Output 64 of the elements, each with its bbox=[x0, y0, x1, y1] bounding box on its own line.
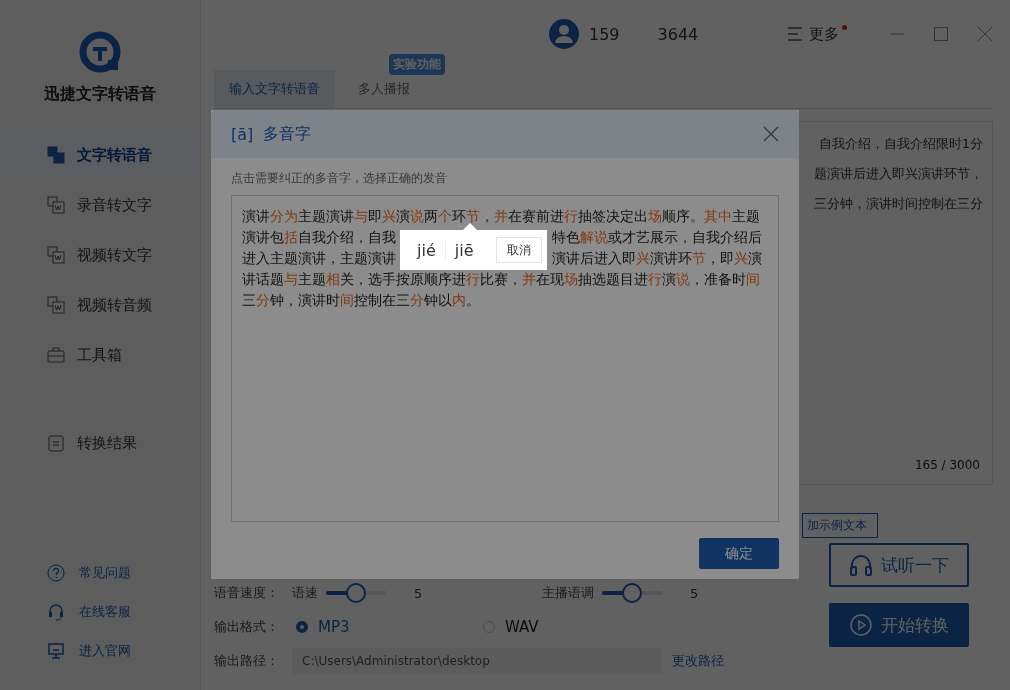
editor-text-line: 自我介绍，自我介绍限时1分 bbox=[818, 135, 983, 153]
radio-label: WAV bbox=[505, 618, 539, 636]
passage-text: 演讲后进入即兴演讲环节，即兴演 bbox=[552, 249, 762, 268]
preview-button[interactable]: 试听一下 bbox=[829, 543, 969, 587]
nav-item[interactable]: 录音转文字 bbox=[0, 180, 200, 230]
headphones-icon bbox=[849, 554, 873, 576]
sidebar-link[interactable]: 进入官网 bbox=[0, 631, 200, 670]
clipboard-icon bbox=[47, 434, 65, 452]
account-number: 3644 bbox=[657, 24, 699, 44]
setting-label: 语音速度： bbox=[214, 584, 280, 602]
nav-item[interactable]: 转换结果 bbox=[0, 418, 200, 468]
pinyin-mark: [ā] bbox=[231, 124, 254, 144]
play-circle-icon bbox=[849, 613, 873, 637]
nav-item[interactable]: 视频转音频 bbox=[0, 280, 200, 330]
character-counter: 165 / 3000 bbox=[914, 458, 980, 472]
output-path-field[interactable]: C:\Users\Administrator\desktop bbox=[292, 648, 662, 674]
close-icon[interactable] bbox=[977, 26, 993, 42]
translate-icon bbox=[47, 146, 65, 164]
account-number: 159 bbox=[589, 24, 620, 44]
editor-text-line: 题演讲后进入即兴演讲环节， bbox=[814, 165, 983, 183]
sidebar-link[interactable]: 常见问题 bbox=[0, 553, 200, 592]
help-icon bbox=[47, 563, 65, 582]
close-icon[interactable] bbox=[763, 126, 779, 142]
confirm-button[interactable]: 确定 bbox=[699, 538, 779, 569]
tab[interactable]: 输入文字转语音 bbox=[214, 70, 335, 108]
nav-item[interactable]: 视频转文字 bbox=[0, 230, 200, 280]
change-path-link[interactable]: 更改路径 bbox=[672, 652, 724, 670]
avatar-icon[interactable] bbox=[549, 19, 579, 49]
dialog-title: 多音字 bbox=[263, 123, 312, 145]
editor-text-line: 三分钟，演讲时间控制在三分 bbox=[814, 195, 983, 213]
pinyin-option[interactable]: jiē bbox=[444, 240, 483, 260]
passage-text: 特色解说或才艺展示，自我介绍后 bbox=[552, 228, 762, 247]
start-convert-button[interactable]: 开始转换 bbox=[829, 603, 969, 647]
radio-label: MP3 bbox=[318, 618, 350, 636]
pinyin-option[interactable]: jié bbox=[408, 240, 445, 260]
cancel-button[interactable]: 取消 bbox=[496, 237, 542, 263]
passage-text: 进入主题演讲，主题演讲 bbox=[242, 249, 396, 268]
monitor-icon bbox=[47, 641, 65, 660]
passage-text: 演讲包括自我介绍，自我 bbox=[242, 228, 396, 247]
document-w-icon bbox=[47, 246, 65, 264]
slider-label: 主播语调 bbox=[542, 584, 594, 602]
nav-item[interactable]: 工具箱 bbox=[0, 330, 200, 380]
maximize-icon[interactable] bbox=[933, 26, 949, 42]
setting-label: 输出路径： bbox=[214, 652, 280, 670]
sidebar-link[interactable]: 在线客服 bbox=[0, 592, 200, 631]
passage-text: 演讲分为主题演讲与即兴演说两个环节，并在赛前进行抽签决定出场顺序。其中主题 bbox=[242, 207, 760, 226]
app-name: 迅捷文字转语音 bbox=[44, 84, 156, 105]
passage-text: 三分钟，演讲时间控制在三分钟以内。 bbox=[242, 291, 480, 310]
format-radio[interactable]: MP3 bbox=[296, 618, 479, 636]
slider-label: 语速 bbox=[292, 584, 318, 602]
menu-icon bbox=[787, 27, 803, 41]
slider-value: 5 bbox=[690, 585, 699, 601]
slider-value: 5 bbox=[414, 585, 423, 601]
passage-text: 讲话题与主题相关，选手按原顺序进行比赛，并在现场抽选题目进行演说，准备时间 bbox=[242, 270, 760, 289]
more-menu-button[interactable]: 更多 bbox=[787, 24, 839, 44]
add-example-text-button[interactable]: 加示例文本 bbox=[802, 513, 878, 538]
tab-badge: 实验功能 bbox=[389, 54, 445, 75]
dialog-hint: 点击需要纠正的多音字，选择正确的发音 bbox=[231, 170, 448, 187]
toolbox-icon bbox=[47, 346, 65, 364]
headset-icon bbox=[47, 602, 65, 621]
app-logo-icon bbox=[78, 30, 122, 74]
document-w-icon bbox=[47, 196, 65, 214]
format-radio[interactable]: WAV bbox=[483, 618, 666, 636]
setting-label: 输出格式： bbox=[214, 618, 280, 636]
